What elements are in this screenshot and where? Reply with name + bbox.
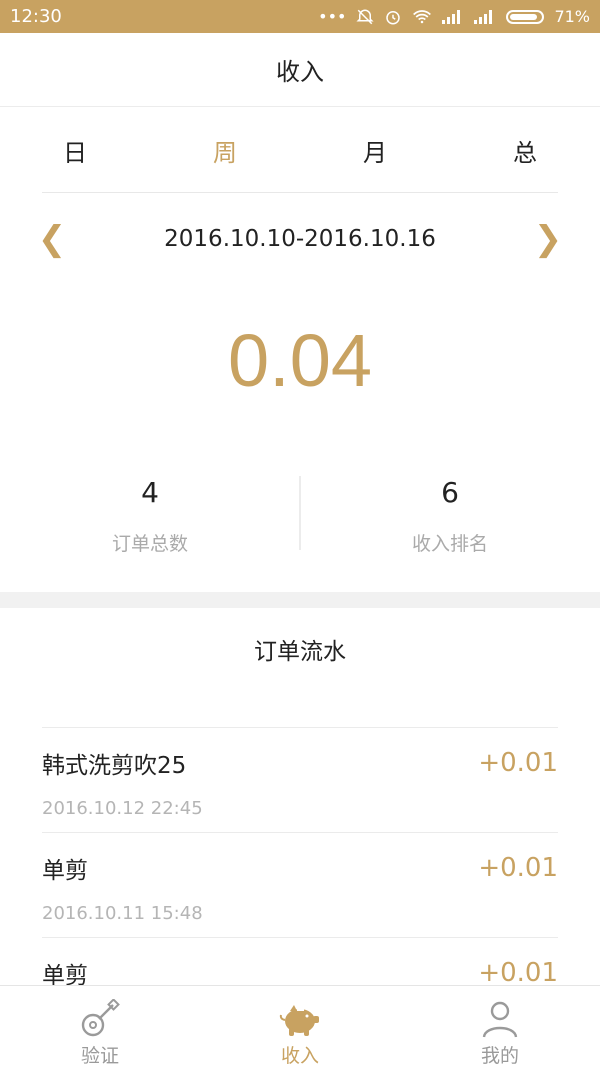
nav-profile-label: 我的 [480,1045,519,1067]
period-tabs: 日 周 月 总 [0,108,600,192]
signal-4g-icon [474,9,493,24]
stats-row: 4 订单总数 6 收入排名 [0,468,600,568]
order-count-value: 4 [141,476,159,509]
nav-profile[interactable]: 我的 [400,986,600,1068]
income-rank-label: 收入排名 [411,533,488,555]
more-dots-icon: ••• [318,7,347,26]
tab-total[interactable]: 总 [450,133,600,168]
section-spacer [0,592,600,608]
order-time: 2016.10.12 22:45 [42,798,203,819]
signal-icon [442,9,461,24]
guitar-icon [79,994,121,1039]
status-bar: 12:30 ••• 71% [0,0,600,33]
order-time: 2016.10.11 15:48 [42,903,203,924]
alarm-off-icon [356,8,374,24]
nav-verify[interactable]: 验证 [0,986,200,1068]
tabs-divider [42,192,558,193]
alarm-clock-icon [386,10,401,24]
status-icons: ••• 71% [318,7,590,26]
order-amount: +0.01 [478,853,558,883]
order-name: 韩式洗剪吹25 [42,753,187,779]
next-range-icon[interactable]: ❯ [528,219,568,259]
prev-range-icon[interactable]: ❮ [32,219,72,259]
income-rank-value: 6 [441,476,459,509]
order-amount: +0.01 [478,958,558,988]
income-amount: 0.04 [227,319,373,402]
tab-month[interactable]: 月 [300,133,450,168]
status-time: 12:30 [10,6,62,27]
order-list-item[interactable]: 韩式洗剪吹25 2016.10.12 22:45 +0.01 [42,727,558,832]
wifi-icon [413,9,432,23]
date-range-text: 2016.10.10-2016.10.16 [164,226,436,252]
piggy-bank-icon [278,994,322,1039]
tab-week[interactable]: 周 [150,133,300,168]
order-list-item[interactable]: 单剪 2016.10.11 15:48 +0.01 [42,832,558,937]
bottom-navigation: 验证 收入 我的 [0,985,600,1068]
nav-verify-label: 验证 [80,1045,119,1067]
nav-income-label: 收入 [280,1045,319,1067]
order-count-stat: 4 订单总数 [0,468,300,568]
page-title: 收入 [0,33,600,107]
tab-day[interactable]: 日 [0,133,150,168]
battery-icon [506,9,545,24]
order-amount: +0.01 [478,748,558,778]
order-count-label: 订单总数 [111,533,188,555]
income-rank-stat: 6 收入排名 [300,468,600,568]
user-icon [480,994,520,1039]
nav-income[interactable]: 收入 [200,986,400,1068]
orders-section-title: 订单流水 [254,639,346,665]
date-range-row: ❮ 2016.10.10-2016.10.16 ❯ [0,200,600,278]
stats-separator [299,476,301,550]
battery-percent: 71% [554,7,590,26]
order-name: 单剪 [42,858,88,884]
